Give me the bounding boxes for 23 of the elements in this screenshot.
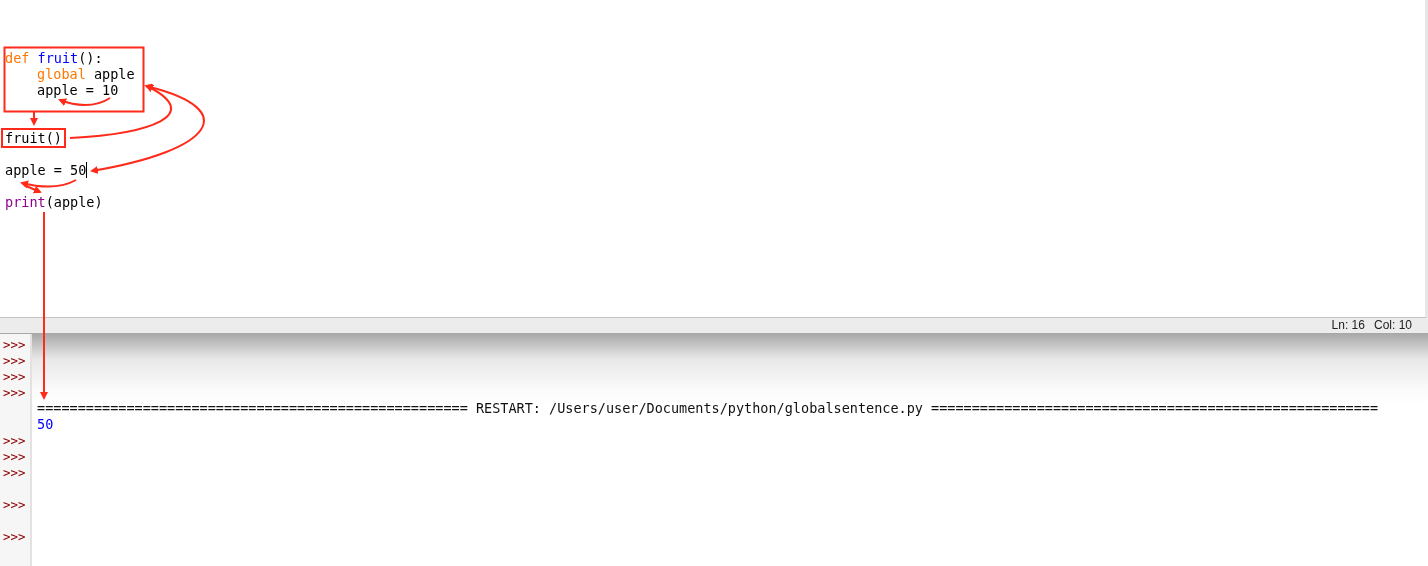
shell-prompt: >>> <box>2 433 26 448</box>
shell-output: ===================================================== RESTART: /Users/user/Documents/python/globalsentence.py ======================================================= <box>37 400 1379 416</box>
shell-pane[interactable] <box>0 334 1428 566</box>
column-number-label: Col: 10 <box>1373 318 1412 333</box>
line-number-label: Ln: 16 <box>1331 318 1365 333</box>
curved-arrow <box>20 179 77 189</box>
shell-prompt: >>> <box>2 369 26 384</box>
code-line: global apple <box>37 66 135 82</box>
code-line: apple = 10 <box>37 82 119 98</box>
shell-prompt: >>> <box>2 337 26 352</box>
shell-prompt: >>> <box>2 385 26 400</box>
shell-output: 50 <box>37 416 54 432</box>
code-line: fruit() <box>5 130 62 146</box>
arrow <box>23 184 42 194</box>
shell-prompt: >>> <box>2 449 26 464</box>
arrow <box>30 111 38 126</box>
code-line: apple = 50 <box>5 162 88 178</box>
shell-prompt: >>> <box>2 353 26 368</box>
shell-prompt: >>> <box>2 497 26 512</box>
code-line: print(apple) <box>5 194 103 210</box>
shell-prompt: >>> <box>2 529 26 544</box>
code-line: def fruit(): <box>5 50 103 66</box>
shell-prompt: >>> <box>2 465 26 480</box>
